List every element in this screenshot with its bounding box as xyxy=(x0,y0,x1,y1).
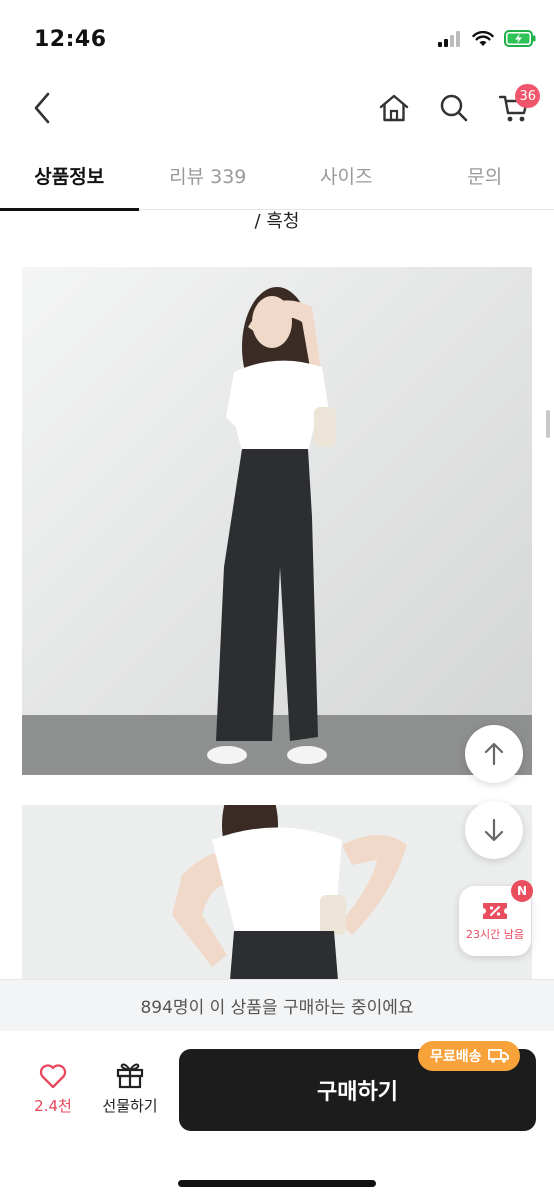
arrow-up-icon xyxy=(484,742,504,766)
scroll-bottom-button[interactable] xyxy=(465,801,523,859)
status-icons xyxy=(438,30,536,47)
gift-button[interactable]: 선물하기 xyxy=(94,1061,166,1133)
back-icon xyxy=(34,92,50,124)
search-icon xyxy=(440,94,468,122)
product-photo xyxy=(22,805,532,979)
product-detail-content: / 흑청 xyxy=(0,211,554,979)
cart-button[interactable]: 36 xyxy=(494,84,540,128)
gift-label: 선물하기 xyxy=(102,1097,158,1115)
back-button[interactable] xyxy=(26,90,58,126)
free-shipping-label: 무료배송 xyxy=(430,1049,482,1065)
product-tabs: 상품정보 리뷰 339 사이즈 문의 xyxy=(0,140,554,211)
tab-inquiry[interactable]: 문의 xyxy=(416,140,554,210)
color-option-text: / 흑청 xyxy=(254,211,300,232)
model-figure xyxy=(22,805,532,979)
heart-icon xyxy=(39,1064,67,1089)
scroll-top-button[interactable] xyxy=(465,725,523,783)
tab-reviews[interactable]: 리뷰 339 xyxy=(139,140,278,210)
coupon-icon xyxy=(483,903,507,919)
search-button[interactable] xyxy=(434,88,474,128)
signal-icon xyxy=(438,30,460,47)
free-shipping-badge: 무료배송 xyxy=(418,1041,520,1071)
product-photo xyxy=(22,267,532,775)
like-count: 2.4천 xyxy=(34,1097,72,1115)
coupon-timer-label: 23시간 남음 xyxy=(466,928,524,941)
app-header: 36 xyxy=(0,78,554,140)
home-icon xyxy=(379,94,409,122)
status-bar: 12:46 xyxy=(0,0,554,78)
battery-icon xyxy=(504,30,536,47)
model-figure xyxy=(22,267,532,775)
like-button[interactable]: 2.4천 xyxy=(20,1063,86,1133)
tab-product-info[interactable]: 상품정보 xyxy=(0,140,139,211)
home-button[interactable] xyxy=(374,88,414,128)
purchase-count-banner: 894명이 이 상품을 구매하는 중이에요 xyxy=(0,979,554,1031)
status-time: 12:46 xyxy=(34,27,107,52)
tab-size[interactable]: 사이즈 xyxy=(277,140,416,210)
truck-icon xyxy=(487,1049,509,1063)
cart-count-badge: 36 xyxy=(515,84,540,108)
gift-icon xyxy=(116,1063,144,1089)
home-indicator[interactable] xyxy=(178,1180,376,1187)
wifi-icon xyxy=(472,30,494,46)
arrow-down-icon xyxy=(484,818,504,842)
new-badge: N xyxy=(511,880,533,902)
scroll-indicator[interactable] xyxy=(546,410,550,438)
